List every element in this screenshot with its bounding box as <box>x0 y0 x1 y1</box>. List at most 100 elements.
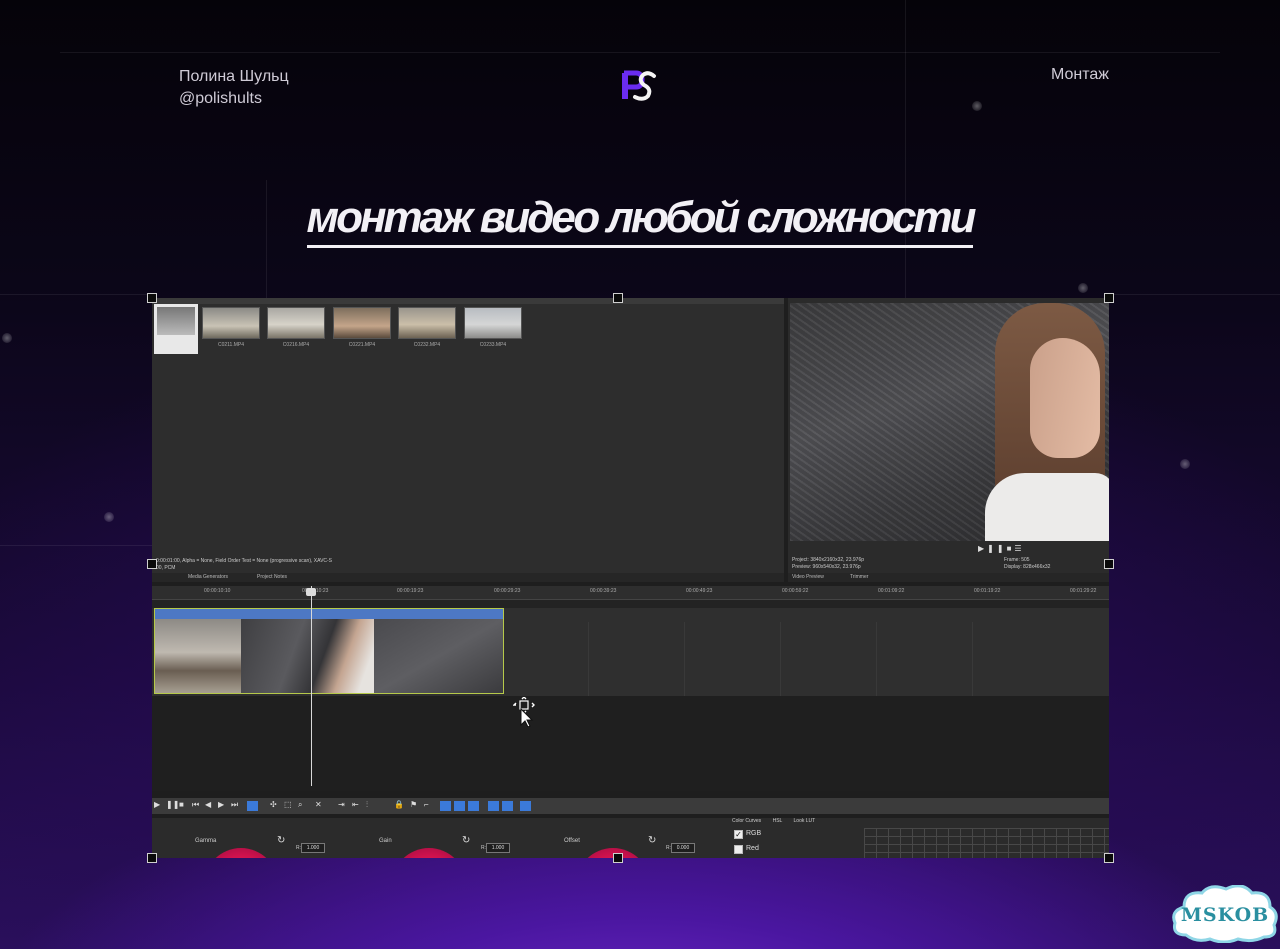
trim-start-icon[interactable]: ⇥ <box>338 800 345 809</box>
ignore-grouping-icon[interactable] <box>502 801 513 811</box>
auto-ripple-icon[interactable] <box>454 801 465 811</box>
media-toolbar <box>152 298 784 304</box>
offset-label: Offset <box>564 838 580 844</box>
tab-hsl[interactable]: HSL <box>773 818 783 824</box>
timeline: 00:00:10:10 00:00:10:23 00:00:19:23 00:0… <box>152 586 1109 791</box>
media-thumb[interactable] <box>267 307 325 339</box>
resize-handle[interactable] <box>613 853 623 863</box>
region-icon[interactable]: ⌐ <box>424 800 429 809</box>
snap-icon[interactable] <box>440 801 451 811</box>
color-curve-grid[interactable] <box>864 828 1109 858</box>
preview-info-right: Frame: 505 Display: 828x466x32 <box>1004 557 1050 571</box>
playhead-handle[interactable] <box>306 588 316 596</box>
media-thumb[interactable] <box>202 307 260 339</box>
reset-icon[interactable]: ↻ <box>462 835 470 846</box>
reset-icon[interactable]: ↻ <box>277 835 285 846</box>
prev-frame-icon[interactable]: ◀ <box>205 800 211 809</box>
glow-dot <box>972 101 982 111</box>
project-media-pane: C0211.MP4 C0216.MP4 C0221.MP4 C0232.MP4 … <box>152 298 784 573</box>
envelope-tool-icon[interactable]: ✣ <box>270 800 277 809</box>
ruler-label: 00:00:10:10 <box>204 588 231 594</box>
play-icon[interactable]: ▶ <box>978 544 987 553</box>
media-tabs: Media Generators Project Notes <box>152 573 784 582</box>
resize-handle[interactable] <box>613 293 623 303</box>
pause-icon[interactable]: ❚❚ <box>166 800 179 809</box>
ruler-label: 00:01:09:22 <box>878 588 905 594</box>
playhead[interactable] <box>311 586 312 786</box>
rgb-label: RGB <box>746 830 762 837</box>
tab-color-curves[interactable]: Color Curves <box>732 818 761 824</box>
marker-icon[interactable]: ⚑ <box>410 800 417 809</box>
section-label: Монтаж <box>1051 66 1109 83</box>
brand-logo <box>622 70 656 101</box>
media-thumb-label: C0216.MP4 <box>282 342 310 348</box>
zoom-tool-icon[interactable]: ⌕ <box>298 800 302 810</box>
pause-icon[interactable]: ❚❚ <box>987 544 1006 553</box>
transport-bar: ▶ ❚❚ ■ ⏮ ◀ ▶ ⏭ ✣ ⬚ ⌕ ✕ ⇥ ⇤ ⫶ 🔒 ⚑ ⌐ <box>152 798 1109 814</box>
media-thumb-label: C0211.MP4 <box>217 342 245 348</box>
glow-dot <box>2 333 12 343</box>
preview-face <box>1030 338 1100 458</box>
resize-handle[interactable] <box>147 559 157 569</box>
resize-handle[interactable] <box>147 853 157 863</box>
trim-end-icon[interactable]: ⇤ <box>352 800 359 809</box>
lock-icon[interactable]: 🔒 <box>394 800 404 809</box>
color-grading-panel: Gamma ↻ R: 1.000 Gain ↻ R: 1.000 Offset … <box>152 818 1109 858</box>
media-thumb[interactable] <box>333 307 391 339</box>
edit-tool-icon[interactable] <box>247 801 258 811</box>
media-thumb[interactable] <box>464 307 522 339</box>
menu-icon[interactable]: ☰ <box>1014 544 1024 553</box>
red-checkbox[interactable] <box>734 845 743 854</box>
author-block: Полина Шульц @polishults <box>179 66 289 110</box>
timeline-ruler[interactable]: 00:00:10:10 00:00:10:23 00:00:19:23 00:0… <box>152 586 1109 600</box>
reset-icon[interactable]: ↻ <box>648 835 656 846</box>
next-frame-icon[interactable]: ▶ <box>218 800 224 809</box>
preview-shirt <box>985 473 1109 541</box>
tab-media-generators[interactable]: Media Generators <box>188 574 228 580</box>
lock-envelopes-icon[interactable] <box>488 801 499 811</box>
gain-value-field[interactable]: 1.000 <box>486 843 510 853</box>
play-icon[interactable]: ▶ <box>154 800 160 809</box>
preview-preview-line: Preview: 960x540x32, 23.976p <box>792 564 861 570</box>
ruler-label: 00:00:29:23 <box>494 588 521 594</box>
go-start-icon[interactable]: ⏮ <box>192 800 199 810</box>
gamma-color-wheel[interactable] <box>204 848 278 858</box>
tab-look-lut[interactable]: Look LUT <box>794 818 816 824</box>
video-preview-pane: ▶❚❚■☰ Project: 3840x2160x32, 23.976p Pre… <box>788 298 1109 582</box>
normal-edit-icon[interactable] <box>520 801 531 811</box>
preview-tabs: Video Preview Trimmer <box>788 573 1109 582</box>
resize-handle[interactable] <box>1104 853 1114 863</box>
tab-trimmer[interactable]: Trimmer <box>850 574 868 580</box>
red-label: Red <box>746 845 759 852</box>
glow-dot <box>1078 283 1088 293</box>
media-thumb-selected[interactable] <box>154 304 198 354</box>
ruler-label: 00:00:59:22 <box>782 588 809 594</box>
crossfade-icon[interactable] <box>468 801 479 811</box>
stop-icon[interactable]: ■ <box>179 800 184 809</box>
resize-handle[interactable] <box>1104 559 1114 569</box>
grid-line <box>60 52 1220 53</box>
delete-icon[interactable]: ✕ <box>315 800 322 809</box>
select-tool-icon[interactable]: ⬚ <box>284 800 292 809</box>
tab-project-notes[interactable]: Project Notes <box>257 574 287 580</box>
grid-line <box>1109 294 1280 295</box>
video-track[interactable] <box>152 608 1109 712</box>
video-editor-screenshot: C0211.MP4 C0216.MP4 C0221.MP4 C0232.MP4 … <box>152 298 1109 858</box>
audio-track[interactable] <box>152 696 1109 791</box>
rgb-checkbox[interactable]: ✓ <box>734 830 743 839</box>
offset-value-field[interactable]: 0.000 <box>671 843 695 853</box>
headline: монтаж видео любой сложности <box>306 193 976 248</box>
gamma-label: Gamma <box>195 838 217 844</box>
split-icon[interactable]: ⫶ <box>366 800 368 810</box>
gain-color-wheel[interactable] <box>392 848 466 858</box>
video-clip[interactable] <box>154 608 504 694</box>
tab-video-preview[interactable]: Video Preview <box>792 574 824 580</box>
preview-display-line: Display: 828x466x32 <box>1004 564 1051 570</box>
resize-handle[interactable] <box>147 293 157 303</box>
media-thumb[interactable] <box>398 307 456 339</box>
gamma-value-field[interactable]: 1.000 <box>301 843 325 853</box>
go-end-icon[interactable]: ⏭ <box>231 800 238 810</box>
ruler-label: 00:00:39:23 <box>590 588 617 594</box>
media-info: 0:00:01:00, Alpha = None, Field Order Te… <box>152 558 784 572</box>
resize-handle[interactable] <box>1104 293 1114 303</box>
